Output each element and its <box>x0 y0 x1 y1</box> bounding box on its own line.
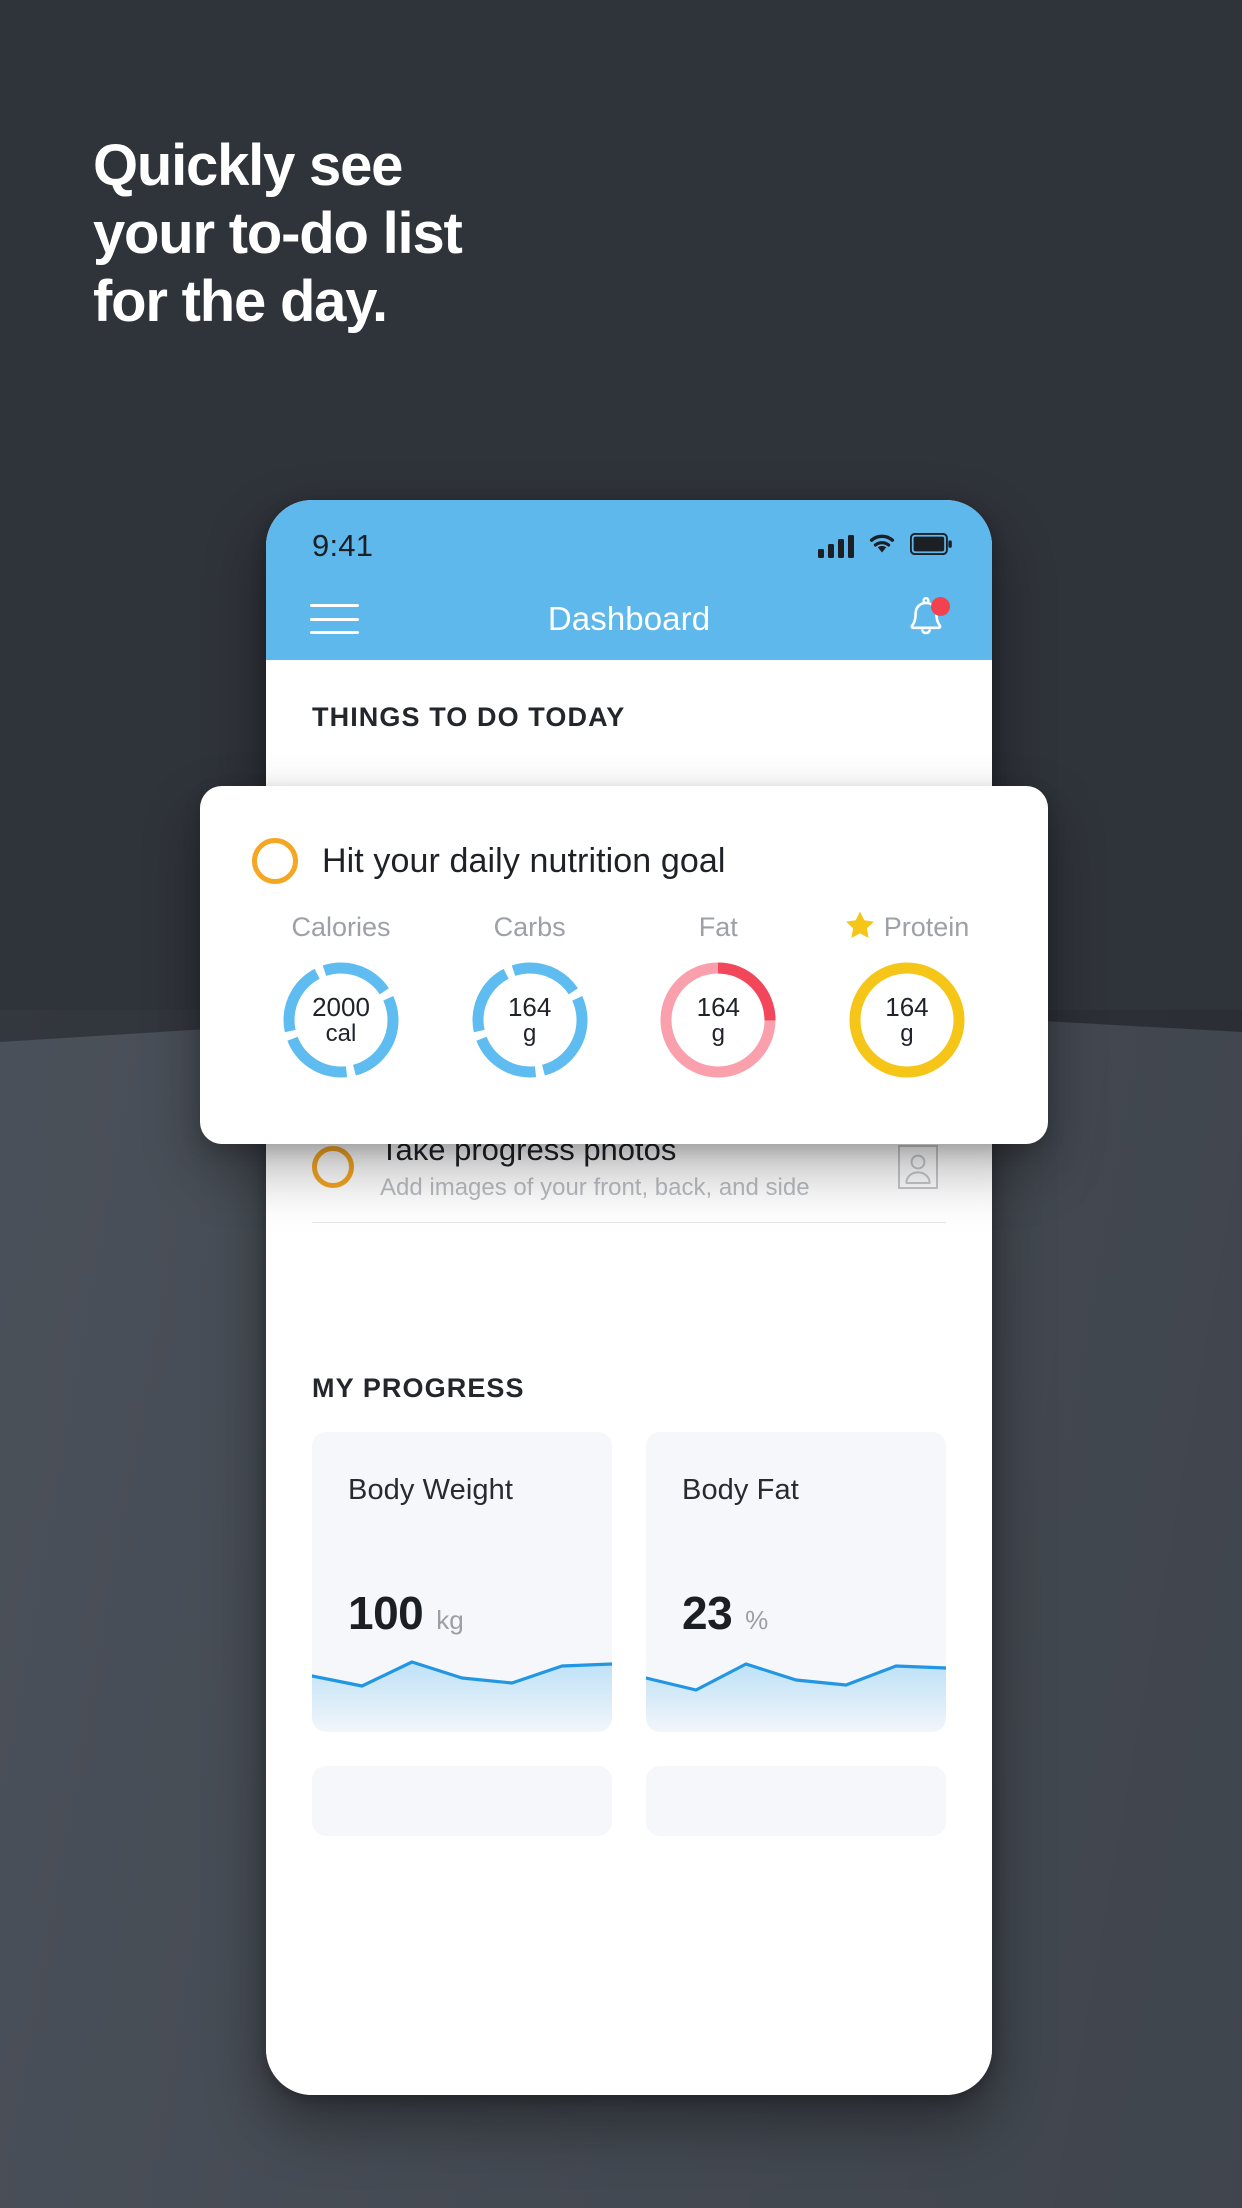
macro-label: Carbs <box>493 911 566 942</box>
macro-label: Calories <box>291 911 391 942</box>
todo-checkbox-ring[interactable] <box>312 1146 354 1189</box>
macro-list: Calories 2000 cal Carbs 164 g Fat 164 g … <box>200 884 1048 1084</box>
todo-subtitle: Add images of your front, back, and side <box>380 1173 810 1201</box>
notification-badge <box>931 597 950 616</box>
headline-line-3: for the day. <box>93 268 388 334</box>
wifi-icon <box>867 532 897 560</box>
body-weight-sparkline <box>312 1660 612 1733</box>
battery-full-icon <box>909 532 952 560</box>
stat-value-row: 23 % <box>682 1586 768 1640</box>
macro-donut-protein: 164 g <box>843 956 971 1084</box>
nutrition-checkbox-ring[interactable] <box>252 838 298 884</box>
macro-calories[interactable]: Calories 2000 cal <box>266 908 416 1084</box>
hamburger-menu-icon[interactable] <box>310 604 359 634</box>
stat-card-title: Body Weight <box>348 1474 513 1507</box>
stat-unit: % <box>745 1605 769 1636</box>
page-title: Dashboard <box>547 600 711 637</box>
progress-cards-grid: Body Weight 100 kg Body Fat 23 % <box>312 1432 946 1837</box>
macro-label: Protein <box>883 911 970 942</box>
macro-donut-carbs: 164 g <box>466 956 594 1084</box>
macro-unit: g <box>522 1020 537 1048</box>
stat-card-partial-left[interactable] <box>312 1766 612 1837</box>
nutrition-card-title: Hit your daily nutrition goal <box>322 841 726 880</box>
macro-label-row: Calories <box>266 908 416 946</box>
macro-center-fat: 164 g <box>654 956 782 1084</box>
stat-card-body-fat[interactable]: Body Fat 23 % <box>646 1432 946 1733</box>
macro-donut-calories: 2000 cal <box>277 956 405 1084</box>
status-bar: 9:41 <box>266 500 992 578</box>
nutrition-card-header: Hit your daily nutrition goal <box>200 786 1048 884</box>
macro-center-protein: 164 g <box>843 956 971 1084</box>
stat-card-title: Body Fat <box>682 1474 799 1507</box>
stat-value: 23 <box>682 1587 733 1640</box>
macro-label-row: Fat <box>643 908 793 946</box>
stat-value-row: 100 kg <box>348 1586 464 1640</box>
macro-unit: g <box>711 1020 725 1048</box>
macro-center-calories: 2000 cal <box>277 956 405 1084</box>
body-fat-sparkline <box>646 1662 946 1733</box>
macro-value: 164 <box>696 992 740 1022</box>
macro-value: 164 <box>507 992 552 1022</box>
stat-card-body-weight[interactable]: Body Weight 100 kg <box>312 1432 612 1733</box>
nutrition-goal-card[interactable]: Hit your daily nutrition goal Calories 2… <box>200 786 1048 1144</box>
phone-mockup: 9:41 Dashboard THINGS TO DO TODAY Take p… <box>266 500 992 2095</box>
todo-section-title: THINGS TO DO TODAY <box>312 702 626 732</box>
status-bar-clock: 9:41 <box>312 528 374 563</box>
progress-section-title: MY PROGRESS <box>312 1373 525 1404</box>
cellular-signal-icon <box>818 534 854 558</box>
page-headline: Quickly see your to-do list for the day. <box>93 132 463 336</box>
stat-value: 100 <box>348 1587 424 1640</box>
app-bar: Dashboard <box>266 578 992 660</box>
star-icon <box>845 910 875 944</box>
macro-value: 2000 <box>312 992 370 1022</box>
macro-value: 164 <box>885 992 929 1022</box>
stat-card-partial-right[interactable] <box>646 1766 946 1837</box>
macro-label-row: Carbs <box>455 908 605 946</box>
headline-line-2: your to-do list <box>93 200 463 266</box>
macro-unit: cal <box>325 1020 357 1048</box>
notifications-button[interactable] <box>900 593 952 645</box>
macro-donut-fat: 164 g <box>654 956 782 1084</box>
stat-unit: kg <box>436 1605 464 1636</box>
macro-protein[interactable]: Protein 164 g <box>832 908 982 1084</box>
macro-label-row: Protein <box>832 908 982 946</box>
macro-unit: g <box>900 1020 914 1048</box>
macro-fat[interactable]: Fat 164 g <box>643 908 793 1084</box>
macro-center-carbs: 164 g <box>466 956 594 1084</box>
photo-person-icon <box>890 1144 946 1190</box>
status-bar-icons <box>818 532 952 560</box>
headline-line-1: Quickly see <box>93 133 403 198</box>
macro-carbs[interactable]: Carbs 164 g <box>455 908 605 1084</box>
macro-label: Fat <box>698 911 738 942</box>
